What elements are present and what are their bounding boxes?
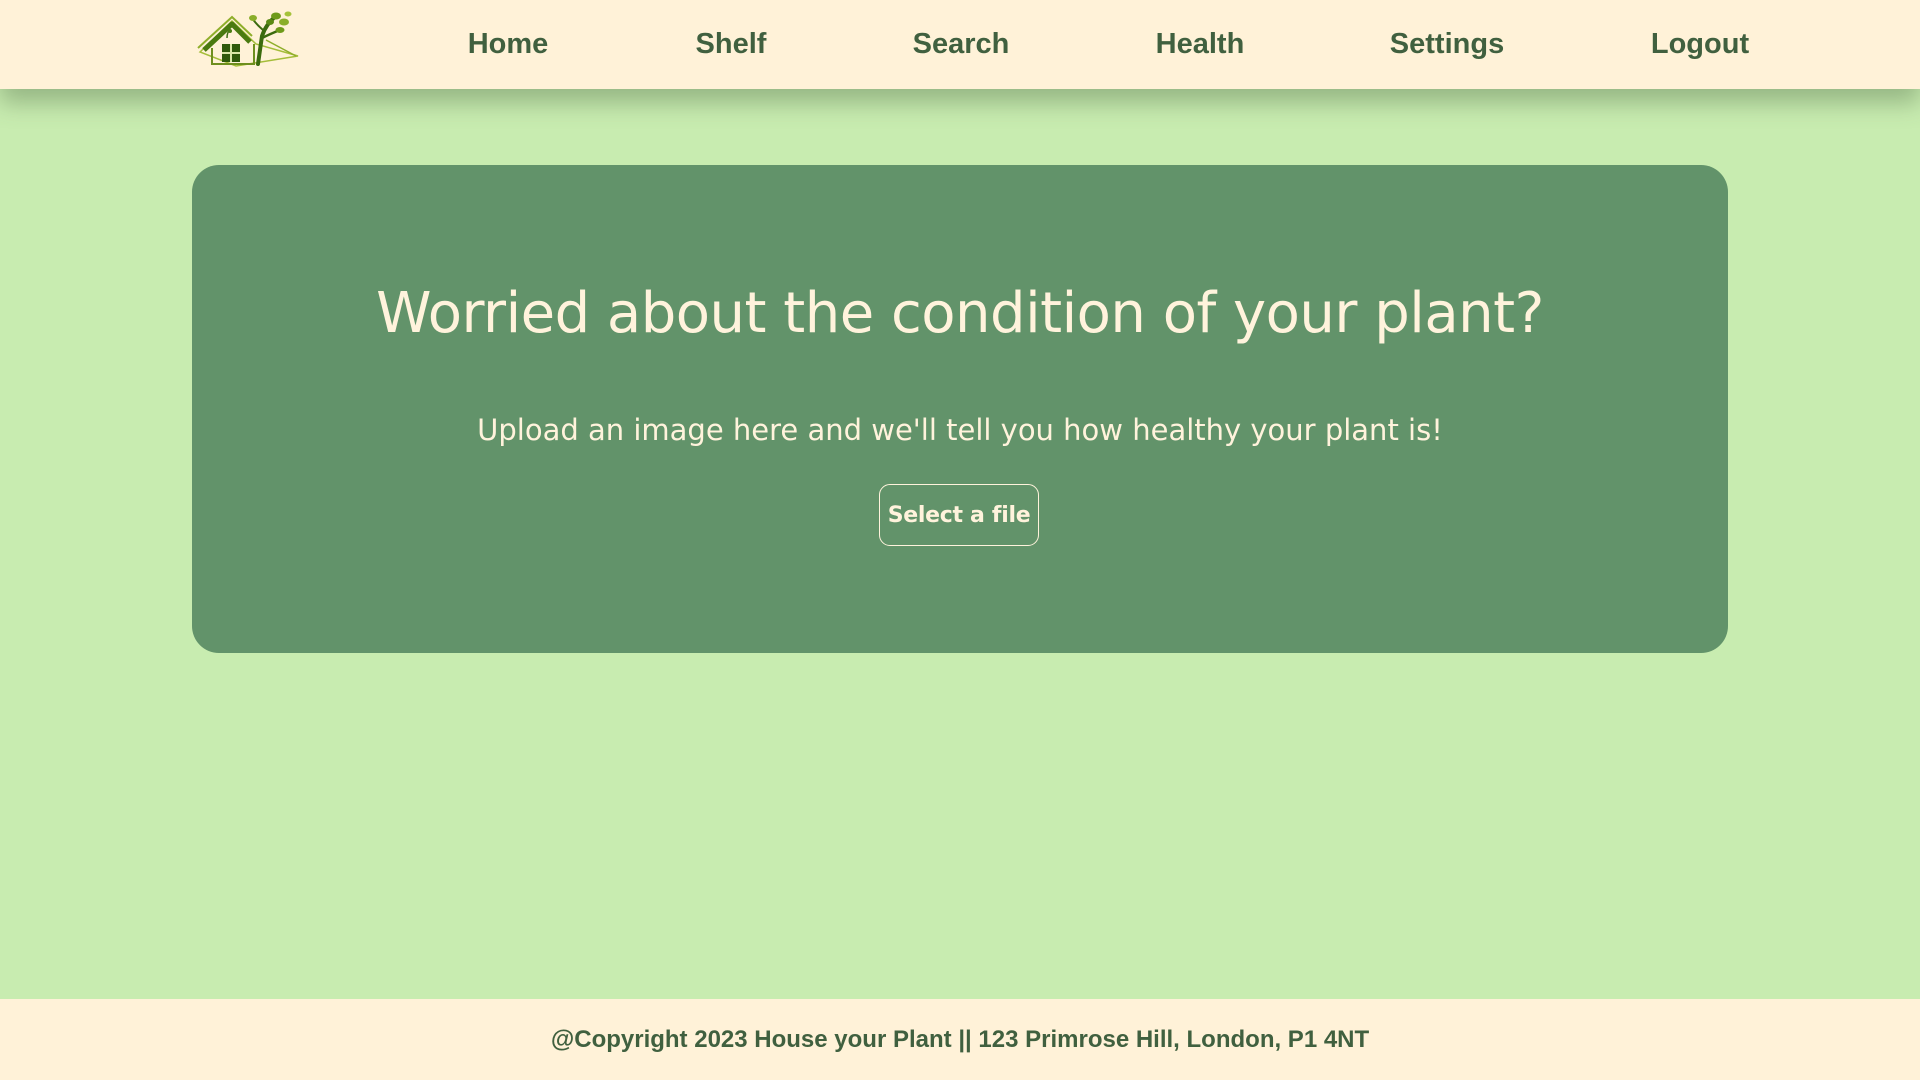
nav-search-link[interactable]: Search: [913, 26, 1010, 62]
select-file-button[interactable]: Select a file: [879, 484, 1039, 546]
nav-logout-link[interactable]: Logout: [1651, 26, 1749, 62]
page-footer: @Copyright 2023 House your Plant || 123 …: [0, 999, 1920, 1080]
nav-settings-link[interactable]: Settings: [1390, 26, 1504, 62]
top-navbar: Home Shelf Search Health Settings Logout: [0, 0, 1920, 89]
health-upload-card: Worried about the condition of your plan…: [192, 165, 1728, 653]
house-plant-logo-icon[interactable]: [196, 8, 304, 68]
nav-home-link[interactable]: Home: [468, 26, 549, 62]
hero-subtitle: Upload an image here and we'll tell you …: [477, 413, 1443, 447]
hero-title: Worried about the condition of your plan…: [376, 281, 1544, 346]
nav-health-link[interactable]: Health: [1156, 26, 1245, 62]
nav-shelf-link[interactable]: Shelf: [696, 26, 767, 62]
footer-copyright: @Copyright 2023 House your Plant || 123 …: [550, 1026, 1370, 1053]
